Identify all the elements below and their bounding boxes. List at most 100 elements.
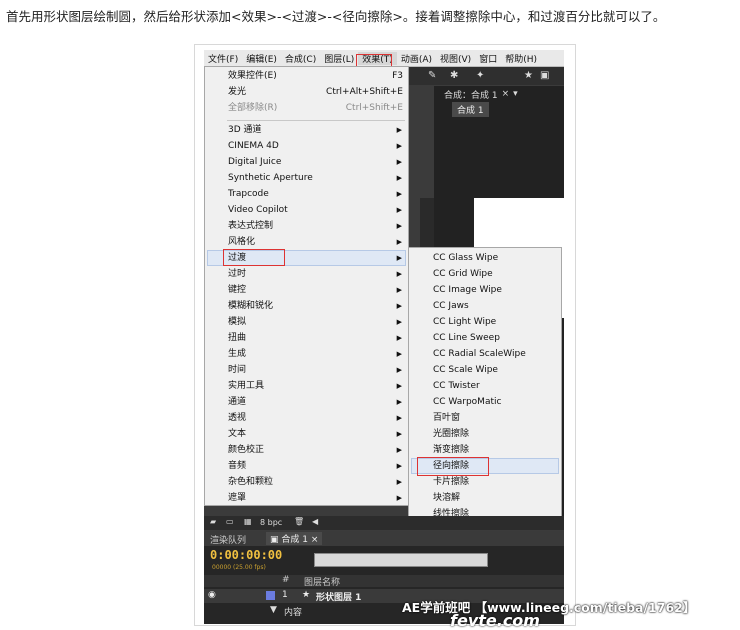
menu-animation[interactable]: 动画(A)	[397, 52, 436, 65]
bpc-label[interactable]: 8 bpc	[260, 518, 282, 527]
close-icon[interactable]: ×	[502, 89, 510, 99]
chevron-right-icon: ▶	[396, 270, 402, 278]
menu-category-transition[interactable]: 过渡 ▶	[228, 250, 403, 266]
submenu-item[interactable]: CC Twister	[433, 378, 480, 394]
menu-category-item[interactable]: 文本 ▶	[228, 426, 403, 442]
chevron-down-icon[interactable]: ▾	[513, 89, 518, 99]
tab-render-queue[interactable]: 渲染队列	[210, 533, 246, 546]
menu-category-item[interactable]: 实用工具 ▶	[228, 378, 403, 394]
submenu-item[interactable]: 卡片擦除	[433, 474, 469, 490]
comp-tab-label: 合成：合成 1	[444, 90, 498, 101]
menu-category-item[interactable]: 生成 ▶	[228, 346, 403, 362]
chevron-right-icon: ▶	[396, 446, 402, 454]
menu-category-item[interactable]: 3D 通道 ▶	[228, 122, 403, 138]
chevron-right-icon: ▶	[396, 414, 402, 422]
chevron-right-icon: ▶	[396, 462, 402, 470]
caption-text: 首先用形状图层绘制圆，然后给形状添加<效果>-<过渡>-<径向擦除>。接着调整擦…	[6, 9, 666, 24]
menu-category-item[interactable]: 模糊和锐化 ▶	[228, 298, 403, 314]
submenu-item[interactable]: CC Line Sweep	[433, 330, 500, 346]
submenu-item[interactable]: CC Jaws	[433, 298, 469, 314]
submenu-item[interactable]: CC Radial ScaleWipe	[433, 346, 526, 362]
column-num: #	[282, 575, 290, 585]
chevron-right-icon: ▶	[396, 126, 402, 134]
menu-separator	[227, 120, 405, 121]
menu-view[interactable]: 视图(V)	[436, 52, 475, 65]
composition-icon[interactable]: ▦	[244, 517, 252, 526]
menu-category-item[interactable]: 遮罩 ▶	[228, 490, 403, 506]
chevron-right-icon: ▶	[396, 350, 402, 358]
trash-icon[interactable]: 🗑	[294, 517, 304, 526]
menu-window[interactable]: 窗口	[475, 52, 501, 65]
menu-category-item[interactable]: 表达式控制 ▶	[228, 218, 403, 234]
submenu-item[interactable]: CC Grid Wipe	[433, 266, 493, 282]
layer-column-header: # 图层名称	[204, 575, 564, 588]
chevron-left-icon[interactable]: ◀	[312, 517, 318, 526]
menu-edit[interactable]: 编辑(E)	[242, 52, 281, 65]
chevron-right-icon: ▶	[396, 174, 402, 182]
menu-category-item[interactable]: 音频 ▶	[228, 458, 403, 474]
close-icon[interactable]: ×	[311, 535, 319, 545]
panel-icon[interactable]: ▣	[540, 70, 549, 81]
column-layer-name: 图层名称	[304, 578, 341, 588]
menu-file[interactable]: 文件(F)	[204, 52, 242, 65]
menu-category-item[interactable]: Video Copilot ▶	[228, 202, 403, 218]
menu-category-item[interactable]: Synthetic Aperture ▶	[228, 170, 403, 186]
menu-category-item[interactable]: 时间 ▶	[228, 362, 403, 378]
watermark-text: AE学前班吧 【www.lineeg.com/tieba/1762】	[402, 600, 696, 615]
layer-search-input[interactable]	[314, 553, 488, 567]
menu-category-item[interactable]: 风格化 ▶	[228, 234, 403, 250]
composition-subtab[interactable]: 合成 1	[452, 102, 489, 117]
menu-composition[interactable]: 合成(C)	[281, 52, 320, 65]
chevron-right-icon: ▶	[396, 366, 402, 374]
submenu-item[interactable]: 光圈擦除	[433, 426, 469, 442]
content-label: 内容	[284, 608, 303, 618]
menu-category-item[interactable]: 扭曲 ▶	[228, 330, 403, 346]
chevron-right-icon: ▶	[396, 206, 402, 214]
menu-category-item[interactable]: 键控 ▶	[228, 282, 403, 298]
menu-item-glow[interactable]: 发光 Ctrl+Alt+Shift+E	[228, 84, 403, 100]
pin-icon[interactable]: ✦	[476, 70, 484, 81]
submenu-item[interactable]: 百叶窗	[433, 410, 460, 426]
submenu-item[interactable]: 块溶解	[433, 490, 460, 506]
composition-tab[interactable]: 合成：合成 1 × ▾	[444, 87, 518, 101]
eraser-icon[interactable]: ✎	[428, 70, 436, 81]
submenu-item[interactable]: CC Scale Wipe	[433, 362, 498, 378]
chevron-right-icon: ▶	[396, 238, 402, 246]
menu-category-item[interactable]: CINEMA 4D ▶	[228, 138, 403, 154]
menu-category-item[interactable]: Digital Juice ▶	[228, 154, 403, 170]
chevron-right-icon: ▶	[396, 318, 402, 326]
timecode-display[interactable]: 0:00:00:00	[210, 548, 282, 562]
submenu-item[interactable]: CC Glass Wipe	[433, 250, 498, 266]
menu-layer[interactable]: 图层(L)	[320, 52, 358, 65]
submenu-item[interactable]: CC Image Wipe	[433, 282, 502, 298]
submenu-item[interactable]: 渐变擦除	[433, 442, 469, 458]
menu-item-remove-all[interactable]: 全部移除(R) Ctrl+Shift+E	[228, 100, 403, 116]
folder-icon[interactable]: ▰	[210, 517, 216, 526]
menu-category-item[interactable]: 过时 ▶	[228, 266, 403, 282]
expand-arrow-icon[interactable]: ▼	[270, 605, 277, 615]
layer-number: 1	[282, 590, 288, 600]
chevron-right-icon: ▶	[396, 158, 402, 166]
tab-comp[interactable]: ▣ 合成 1 ×	[266, 532, 323, 545]
star-icon: ★	[302, 590, 311, 600]
timeline-tabs: 渲染队列 ▣ 合成 1 ×	[204, 531, 564, 546]
chevron-right-icon: ▶	[396, 142, 402, 150]
new-folder-icon[interactable]: ▭	[226, 517, 234, 526]
chevron-right-icon: ▶	[396, 478, 402, 486]
menu-category-item[interactable]: Trapcode ▶	[228, 186, 403, 202]
menu-category-item[interactable]: 模拟 ▶	[228, 314, 403, 330]
menu-help[interactable]: 帮助(H)	[501, 52, 541, 65]
menu-item-effect-controls[interactable]: 效果控件(E) F3	[228, 68, 403, 84]
star-icon[interactable]: ★	[524, 70, 533, 81]
submenu-item[interactable]: CC Light Wipe	[433, 314, 496, 330]
menu-category-item[interactable]: 透视 ▶	[228, 410, 403, 426]
submenu-item[interactable]: CC WarpoMatic	[433, 394, 501, 410]
menu-category-item[interactable]: 通道 ▶	[228, 394, 403, 410]
eye-icon[interactable]: ◉	[208, 590, 216, 600]
puppet-icon[interactable]: ✱	[450, 70, 458, 81]
menu-category-item[interactable]: 颜色校正 ▶	[228, 442, 403, 458]
fps-display: 00000 (25.00 fps)	[212, 564, 266, 571]
chevron-right-icon: ▶	[396, 494, 402, 502]
layer-name[interactable]: 形状图层 1	[316, 590, 361, 603]
menu-category-item[interactable]: 杂色和颗粒 ▶	[228, 474, 403, 490]
